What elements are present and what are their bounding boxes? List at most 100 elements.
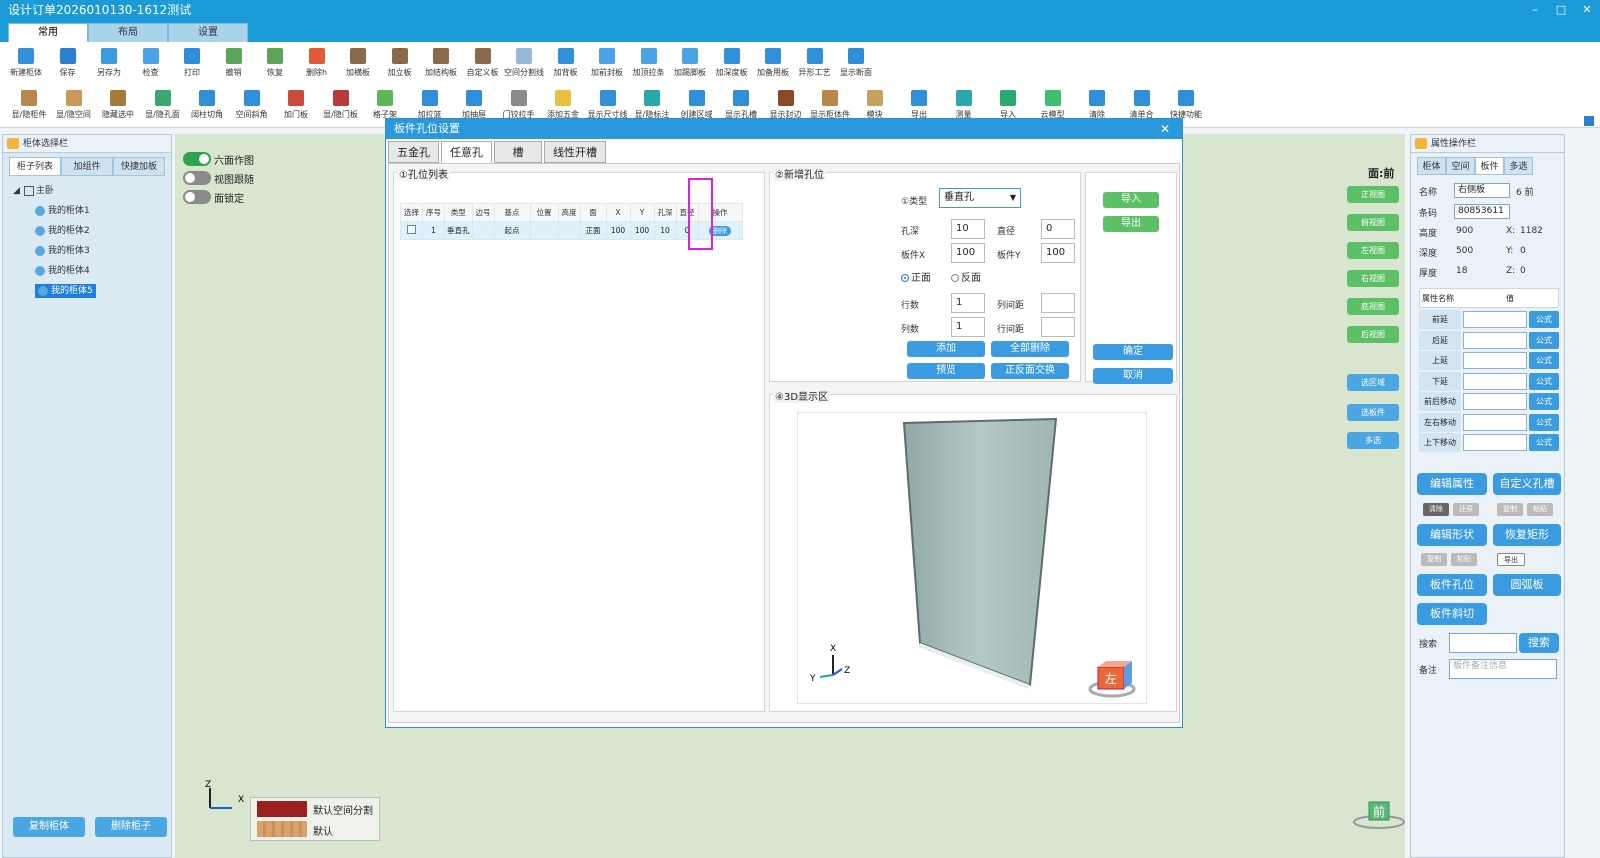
minimize-button[interactable]: – [1522, 0, 1548, 20]
formula-button[interactable]: 公式 [1529, 393, 1559, 410]
add-button[interactable]: 添加 [907, 341, 985, 357]
row-gap-input[interactable] [1041, 317, 1075, 337]
tab-multi[interactable]: 多选 [1504, 157, 1533, 175]
select-board-button[interactable]: 选板件 [1347, 404, 1399, 421]
cols-input[interactable]: 1 [951, 317, 985, 337]
formula-button[interactable]: 公式 [1529, 413, 1559, 431]
toolbar-button-r1-14[interactable]: 加前封板 [586, 44, 628, 84]
front-view-button[interactable]: 正视图 [1347, 186, 1399, 203]
tree-item-cabinet1[interactable]: 我的柜体1 [13, 201, 165, 221]
search-button[interactable]: 搜索 [1519, 633, 1559, 653]
attr-value-input[interactable] [1463, 311, 1527, 328]
tab-quick-board[interactable]: 快捷加板 [113, 157, 165, 176]
toolbar-button-r2-5[interactable]: 空间斜角 [231, 86, 273, 126]
paste-shape-button[interactable]: 粘贴 [1451, 553, 1477, 566]
toolbar-button-r2-0[interactable]: 显/隐柜件 [8, 86, 50, 126]
checkbox[interactable] [407, 225, 416, 234]
attr-value-input[interactable] [1463, 331, 1527, 349]
tab-any-hole[interactable]: 任意孔 [441, 141, 492, 163]
name-field[interactable]: 右侧板 [1454, 183, 1510, 198]
type-select[interactable]: 垂直孔 ▼ [939, 188, 1021, 208]
cancel-button[interactable]: 取消 [1093, 368, 1173, 384]
tab-linear-slot[interactable]: 线性开槽 [544, 141, 606, 163]
toolbar-button-r1-9[interactable]: 加立板 [379, 44, 421, 84]
toolbar-button-r1-5[interactable]: 撤销 [213, 44, 255, 84]
formula-button[interactable]: 公式 [1529, 311, 1559, 328]
toolbar-button-r1-10[interactable]: 加结构板 [420, 44, 462, 84]
toolbar-button-r1-12[interactable]: 空间分割线 [503, 44, 545, 84]
formula-button[interactable]: 公式 [1529, 352, 1559, 369]
toolbar-button-r1-6[interactable]: 恢复 [254, 44, 296, 84]
view-cube-icon[interactable]: 前 [1352, 800, 1406, 830]
note-input[interactable]: 板件备注信息 [1449, 659, 1557, 679]
tab-space[interactable]: 空间 [1446, 157, 1475, 175]
toolbar-button-r1-16[interactable]: 加踢脚板 [669, 44, 711, 84]
swap-face-button[interactable]: 正反面交换 [991, 363, 1069, 379]
tree-item-cabinet3[interactable]: 我的柜体3 [13, 241, 165, 261]
copy-button[interactable]: 复制 [1497, 503, 1523, 516]
toolbar-button-r2-3[interactable]: 显/隐孔面 [142, 86, 184, 126]
toolbar-button-r1-13[interactable]: 加背板 [545, 44, 587, 84]
top-view-button[interactable]: 俯视图 [1347, 214, 1399, 231]
maximize-button[interactable]: □ [1548, 0, 1574, 20]
tab-cabinet[interactable]: 柜体 [1417, 157, 1446, 175]
toolbar-button-r1-15[interactable]: 加顶拉条 [628, 44, 670, 84]
depth-input[interactable]: 10 [951, 219, 985, 239]
delete-cabinet-button[interactable]: 删除柜子 [95, 817, 167, 837]
face-front-radio[interactable]: 正面 [901, 269, 931, 284]
multi-select-button[interactable]: 多选 [1347, 432, 1399, 449]
toolbar-button-r1-7[interactable]: 删除h [296, 44, 338, 84]
restore-button[interactable]: 还原 [1453, 503, 1479, 516]
toolbar-button-r1-18[interactable]: 加备用板 [752, 44, 794, 84]
export-shape-button[interactable]: 导出 [1497, 553, 1525, 566]
board-x-input[interactable]: 100 [951, 243, 985, 263]
edit-shape-button[interactable]: 编辑形状 [1417, 524, 1487, 546]
grid-menu-icon[interactable] [1584, 116, 1594, 126]
close-window-button[interactable]: ✕ [1574, 0, 1600, 20]
col-gap-input[interactable] [1041, 293, 1075, 313]
back-view-button[interactable]: 后视图 [1347, 326, 1399, 343]
tab-add-component[interactable]: 加组件 [61, 157, 113, 176]
attr-value-input[interactable] [1463, 413, 1527, 431]
copy-cabinet-button[interactable]: 复制柜体 [13, 817, 85, 837]
attr-value-input[interactable] [1463, 393, 1527, 410]
six-face-toggle[interactable] [183, 152, 211, 166]
toolbar-button-r2-7[interactable]: 显/隐门板 [320, 86, 362, 126]
toolbar-button-r1-8[interactable]: 加横板 [337, 44, 379, 84]
right-view-button[interactable]: 右视图 [1347, 270, 1399, 287]
import-button[interactable]: 导入 [1103, 192, 1159, 208]
toolbar-button-r1-2[interactable]: 另存为 [88, 44, 130, 84]
preview-button[interactable]: 预览 [907, 363, 985, 379]
attr-value-input[interactable] [1463, 372, 1527, 390]
face-back-radio[interactable]: 反面 [951, 269, 981, 284]
tab-settings[interactable]: 设置 [168, 23, 248, 42]
arc-board-button[interactable]: 圆弧板 [1493, 574, 1561, 596]
dia-input[interactable]: 0 [1041, 219, 1075, 239]
tab-cabinet-list[interactable]: 柜子列表 [9, 157, 61, 176]
3d-viewport[interactable]: X Y Z 左 [797, 412, 1147, 704]
tab-board[interactable]: 板件 [1475, 157, 1504, 175]
custom-slot-button[interactable]: 自定义孔槽 [1493, 473, 1561, 495]
board-hole-button[interactable]: 板件孔位 [1417, 574, 1487, 596]
toolbar-button-r1-1[interactable]: 保存 [47, 44, 89, 84]
view-follow-toggle[interactable] [183, 171, 211, 185]
clear-button[interactable]: 清除 [1423, 503, 1449, 516]
copy-shape-button[interactable]: 复制 [1421, 553, 1447, 566]
paste-button[interactable]: 粘贴 [1527, 503, 1553, 516]
tab-hardware-hole[interactable]: 五金孔 [388, 141, 439, 163]
formula-button[interactable]: 公式 [1529, 372, 1559, 390]
left-view-button[interactable]: 左视图 [1347, 242, 1399, 259]
face-lock-toggle[interactable] [183, 190, 211, 204]
toolbar-button-r1-17[interactable]: 加深度板 [711, 44, 753, 84]
tree-root[interactable]: ◢ 主卧 [13, 181, 165, 201]
toolbar-button-r1-3[interactable]: 检查 [130, 44, 172, 84]
tab-common[interactable]: 常用 [8, 23, 88, 42]
attr-value-input[interactable] [1463, 352, 1527, 369]
export-button[interactable]: 导出 [1103, 216, 1159, 232]
dialog-close-icon[interactable]: ✕ [1160, 119, 1170, 139]
row-select-cell[interactable] [400, 221, 423, 240]
toolbar-button-r2-2[interactable]: 隐藏选中 [97, 86, 139, 126]
collapse-arrow-icon[interactable]: ◢ [13, 186, 20, 196]
toolbar-button-r1-4[interactable]: 打印 [171, 44, 213, 84]
toolbar-button-r1-0[interactable]: 新建柜体 [5, 44, 47, 84]
